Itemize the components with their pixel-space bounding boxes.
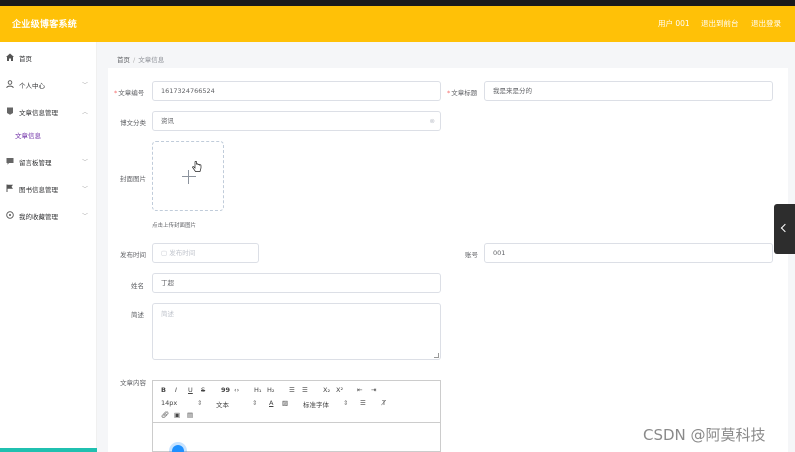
chevron-down-icon: ﹀ bbox=[82, 213, 89, 220]
user-icon bbox=[6, 80, 14, 88]
home-icon bbox=[6, 53, 14, 61]
bottom-accent-bar bbox=[0, 448, 97, 452]
sidebar-item-label: 我的收藏管理 bbox=[19, 213, 58, 221]
front-link[interactable]: 退出到前台 bbox=[701, 18, 739, 29]
breadcrumb-current: 文章信息 bbox=[138, 56, 165, 64]
account-input[interactable]: 001 bbox=[484, 243, 773, 263]
watermark: CSDN @阿莫科技 bbox=[643, 426, 766, 444]
user-link[interactable]: 用户 001 bbox=[658, 18, 690, 29]
logout-link[interactable]: 退出登录 bbox=[751, 18, 781, 29]
calendar-icon: ▢ bbox=[161, 249, 168, 257]
flag-icon bbox=[6, 184, 14, 192]
sidebar-item-label: 首页 bbox=[19, 55, 32, 63]
bullet-list-button[interactable]: ☰ bbox=[302, 386, 308, 394]
editor-toolbar: B I U S 99 ‹› H₁ H₂ ☰ ☰ X₂ X² ⇤ ⇥ 14px ⇕… bbox=[153, 381, 440, 423]
sidebar-item-home[interactable]: 首页 bbox=[0, 50, 97, 66]
app-header: 企业级博客系统 用户 001 退出到前台 退出登录 bbox=[0, 6, 795, 42]
sidebar-item-label: 文章信息管理 bbox=[19, 109, 58, 117]
publish-time-label: 发布时间 bbox=[120, 251, 146, 259]
strike-button[interactable]: S bbox=[201, 386, 205, 394]
message-icon bbox=[6, 157, 14, 165]
h2-button[interactable]: H₂ bbox=[267, 386, 275, 394]
font-family-select[interactable]: 标准字体 bbox=[303, 399, 329, 409]
app-title: 企业级博客系统 bbox=[12, 20, 78, 30]
outdent-button[interactable]: ⇤ bbox=[357, 386, 362, 394]
chevron-updown-icon: ⇕ bbox=[343, 399, 349, 407]
sidebar: 首页 个人中心 ﹀ 文章信息管理 ︿ 文章信息 留言板管理 ﹀ 图书信息管理 ﹀… bbox=[0, 42, 97, 452]
cover-upload[interactable] bbox=[152, 141, 224, 211]
sidebar-subitem-article-info[interactable]: 文章信息 bbox=[15, 130, 41, 140]
bold-button[interactable]: B bbox=[161, 386, 166, 394]
clear-circle-icon[interactable]: ⊗ bbox=[430, 112, 435, 130]
indent-button[interactable]: ⇥ bbox=[371, 386, 376, 394]
category-value: 资讯 bbox=[161, 117, 174, 125]
clear-format-icon[interactable]: T̸ bbox=[382, 399, 386, 407]
sidebar-item-label: 留言板管理 bbox=[19, 159, 52, 167]
sidebar-item-messages[interactable]: 留言板管理 ﹀ bbox=[0, 154, 97, 170]
ordered-list-button[interactable]: ☰ bbox=[289, 386, 295, 394]
image-icon[interactable]: ▣ bbox=[174, 411, 180, 419]
background-color-icon[interactable]: ▨ bbox=[282, 399, 288, 407]
resize-grip-icon[interactable] bbox=[434, 353, 439, 358]
blockquote-button[interactable]: 99 bbox=[221, 386, 230, 394]
article-no-input[interactable]: 1617324766524 bbox=[152, 81, 441, 101]
publish-time-placeholder: 发布时间 bbox=[169, 249, 196, 257]
article-title-label: *文章标题 bbox=[447, 89, 478, 97]
font-color-icon[interactable]: A bbox=[269, 399, 273, 407]
chevron-down-icon: ﹀ bbox=[82, 186, 89, 193]
content-label: 文章内容 bbox=[120, 379, 146, 387]
superscript-button[interactable]: X² bbox=[336, 386, 343, 394]
account-label: 账号 bbox=[465, 251, 478, 259]
desc-label: 简述 bbox=[131, 311, 144, 319]
sidebar-item-articles[interactable]: 文章信息管理 ︿ bbox=[0, 104, 97, 120]
breadcrumb-home[interactable]: 首页 bbox=[117, 56, 130, 64]
font-size-select[interactable]: 14px bbox=[161, 399, 177, 407]
publish-time-input[interactable]: ▢ 发布时间 bbox=[152, 243, 259, 263]
name-input[interactable]: 丁超 bbox=[152, 273, 441, 293]
chevron-down-icon: ﹀ bbox=[82, 159, 89, 166]
underline-button[interactable]: U bbox=[188, 386, 193, 394]
rich-text-editor[interactable]: B I U S 99 ‹› H₁ H₂ ☰ ☰ X₂ X² ⇤ ⇥ 14px ⇕… bbox=[152, 380, 441, 452]
side-panel-toggle[interactable] bbox=[774, 204, 795, 254]
cover-label: 封面图片 bbox=[120, 175, 146, 183]
cursor-indicator bbox=[172, 445, 184, 452]
name-label: 姓名 bbox=[131, 282, 144, 290]
chevron-down-icon: ﹀ bbox=[82, 82, 89, 89]
align-icon[interactable]: ☰ bbox=[360, 399, 366, 407]
category-label: 博文分类 bbox=[120, 119, 146, 127]
chevron-updown-icon: ⇕ bbox=[197, 399, 203, 407]
breadcrumb: 首页 / 文章信息 bbox=[117, 56, 165, 64]
article-icon bbox=[6, 107, 14, 115]
h1-button[interactable]: H₁ bbox=[254, 386, 262, 394]
desc-placeholder: 简述 bbox=[161, 310, 174, 318]
link-icon[interactable]: 🔗︎ bbox=[161, 411, 169, 419]
sidebar-item-profile[interactable]: 个人中心 ﹀ bbox=[0, 77, 97, 93]
cover-hint: 点击上传封面图片 bbox=[152, 223, 197, 229]
star-icon bbox=[6, 211, 14, 219]
text-style-select[interactable]: 文本 bbox=[216, 399, 229, 409]
italic-button[interactable]: I bbox=[175, 386, 177, 394]
chevron-updown-icon: ⇕ bbox=[252, 399, 258, 407]
subscript-button[interactable]: X₂ bbox=[323, 386, 330, 394]
article-no-label: *文章编号 bbox=[114, 89, 145, 97]
article-title-input[interactable]: 我是来是分的 bbox=[484, 81, 773, 101]
sidebar-item-label: 个人中心 bbox=[19, 82, 45, 90]
desc-textarea[interactable]: 简述 bbox=[152, 303, 441, 360]
code-button[interactable]: ‹› bbox=[234, 386, 239, 394]
sidebar-item-label: 图书信息管理 bbox=[19, 186, 58, 194]
chevron-up-icon: ︿ bbox=[82, 109, 89, 116]
video-icon[interactable]: ▤ bbox=[187, 411, 193, 419]
category-select[interactable]: 资讯 ⊗ bbox=[152, 111, 441, 131]
hand-cursor-icon bbox=[192, 161, 202, 172]
chevron-left-icon bbox=[780, 223, 790, 233]
sidebar-item-books[interactable]: 图书信息管理 ﹀ bbox=[0, 181, 97, 197]
sidebar-item-favorites[interactable]: 我的收藏管理 ﹀ bbox=[0, 208, 97, 224]
